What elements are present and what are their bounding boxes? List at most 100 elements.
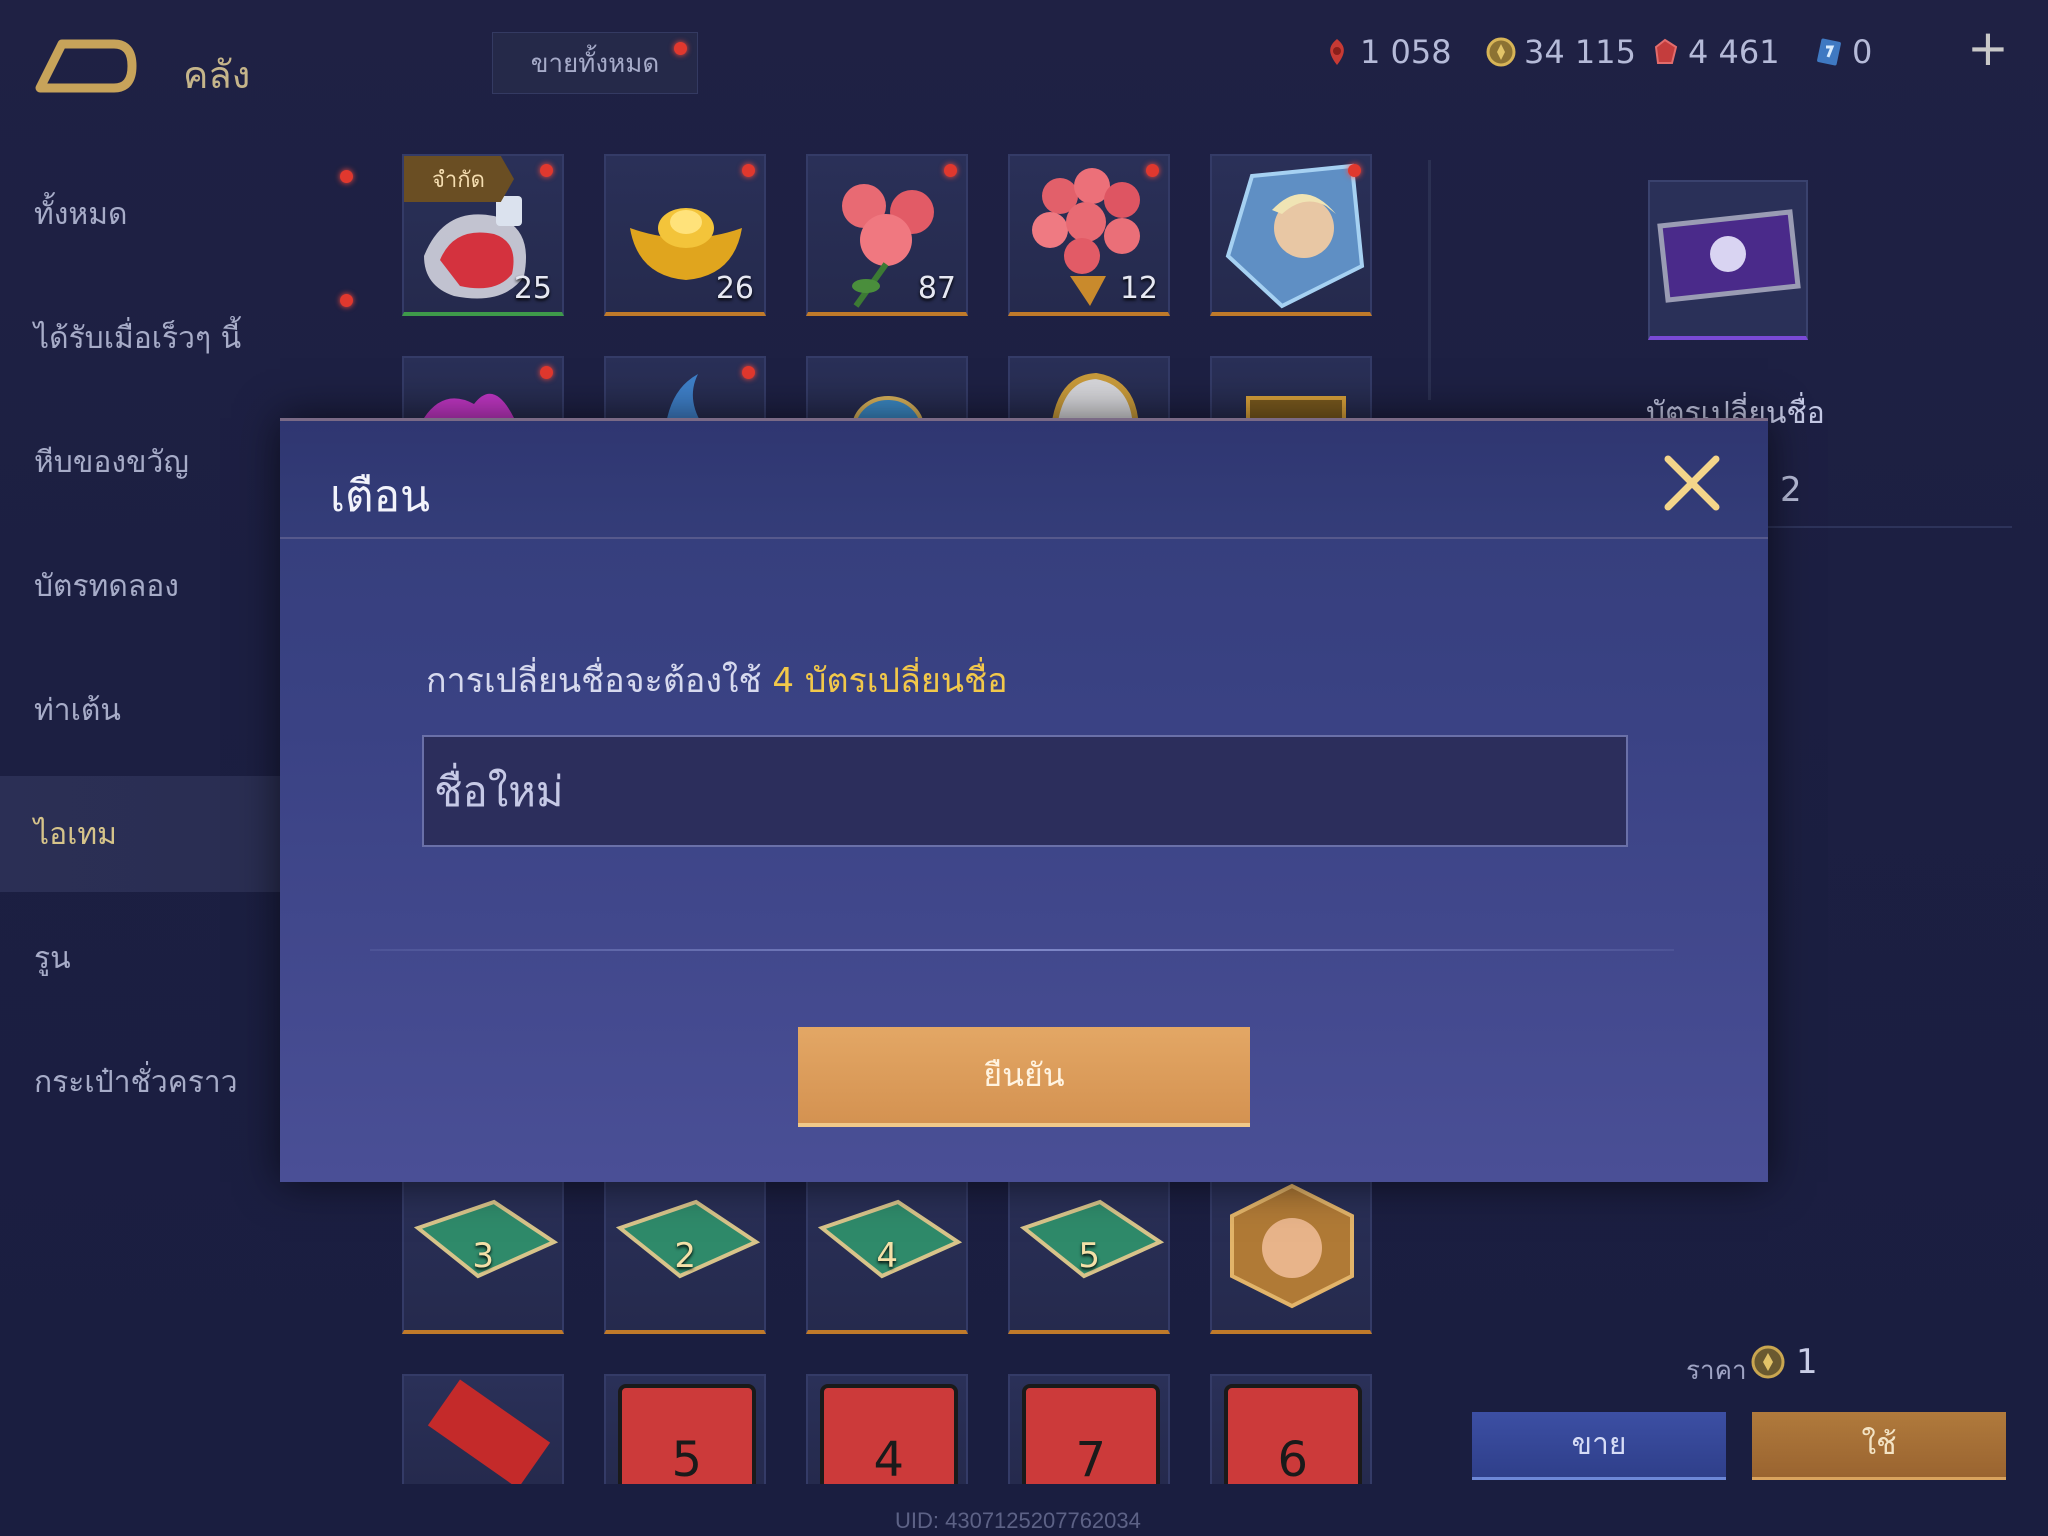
dialog-divider bbox=[370, 949, 1674, 951]
ticket-number: 2 bbox=[674, 1236, 696, 1276]
inventory-item-rose-bouquet[interactable]: 12 bbox=[1008, 154, 1170, 316]
hero-crystal-icon bbox=[1225, 163, 1365, 309]
card-number: 6 bbox=[1277, 1432, 1308, 1484]
message-count: 4 bbox=[772, 661, 795, 701]
inventory-item-hero-badge[interactable] bbox=[1210, 1172, 1372, 1334]
message-prefix: การเปลี่ยนชื่อจะต้องใช้ bbox=[426, 661, 773, 701]
inventory-item-login-ticket-5[interactable]: 5 bbox=[1008, 1172, 1170, 1334]
price-label: ราคา bbox=[1686, 1356, 1747, 1386]
red-token-icon bbox=[1330, 39, 1344, 65]
item-badge-dot bbox=[944, 164, 957, 177]
sidebar-item-label: กระเป๋าชั่วคราว bbox=[34, 1064, 238, 1100]
currency-blue-card[interactable]: 0 bbox=[1814, 32, 1872, 72]
inventory-item-hero-crystal[interactable] bbox=[1210, 154, 1372, 316]
sell-all-label: ขายทั้งหมด bbox=[530, 48, 660, 79]
selected-item-icon bbox=[1648, 180, 1808, 340]
item-quantity: 12 bbox=[1119, 271, 1158, 306]
currency-ruby[interactable]: 4 461 bbox=[1650, 32, 1780, 72]
inventory-item-login-card-5[interactable]: 5 bbox=[604, 1374, 766, 1484]
inventory-item-free-ticket[interactable] bbox=[402, 1374, 564, 1484]
inventory-item-gold-ingot[interactable]: 26 bbox=[604, 154, 766, 316]
item-badge-dot bbox=[742, 164, 755, 177]
gold-coin-icon bbox=[1486, 37, 1516, 67]
close-icon bbox=[1664, 455, 1720, 511]
currency-value: 0 bbox=[1852, 33, 1873, 71]
ticket-number: 4 bbox=[876, 1236, 898, 1276]
sidebar-badge-dot bbox=[340, 170, 353, 183]
inventory-item-paint[interactable] bbox=[402, 356, 564, 426]
inventory-item-rose[interactable]: 87 bbox=[806, 154, 968, 316]
dialog-message: การเปลี่ยนชื่อจะต้องใช้ 4 บัตรเปลี่ยนชื่… bbox=[426, 653, 1008, 707]
item-badge-dot bbox=[1146, 164, 1159, 177]
hero-badge-icon bbox=[1230, 1183, 1354, 1309]
notification-dot bbox=[674, 42, 687, 55]
inventory-item-login-ticket-4[interactable]: 4 bbox=[806, 1172, 968, 1334]
sidebar-item-emotes[interactable]: ท่าเต้น bbox=[0, 652, 280, 768]
sidebar-item-trial-cards[interactable]: บัตรทดลอง bbox=[0, 528, 280, 644]
sidebar-item-label: ไอเทม bbox=[34, 816, 117, 852]
inventory-item-login-ticket-3[interactable]: 3 bbox=[402, 1172, 564, 1334]
gold-coin-icon bbox=[1751, 1345, 1785, 1379]
item-quantity: 87 bbox=[917, 271, 956, 306]
free-ticket-icon bbox=[427, 1379, 551, 1484]
sidebar-item-items[interactable]: ไอเทม bbox=[0, 776, 280, 892]
rename-card-icon bbox=[1657, 209, 1801, 303]
sidebar-item-runes[interactable]: รูน bbox=[0, 900, 280, 1016]
ticket-number: 5 bbox=[1078, 1236, 1100, 1276]
use-label: ใช้ bbox=[1861, 1427, 1897, 1462]
sidebar-item-recent[interactable]: ได้รับเมื่อเร็วๆ นี้ bbox=[0, 280, 280, 396]
new-name-input[interactable] bbox=[422, 735, 1628, 847]
close-button[interactable] bbox=[1658, 449, 1726, 517]
message-item: บัตรเปลี่ยนชื่อ bbox=[794, 661, 1008, 701]
inventory-item-chest[interactable] bbox=[1210, 356, 1372, 426]
inventory-item-potion[interactable]: จำกัด 25 bbox=[402, 154, 564, 316]
sell-label: ขาย bbox=[1571, 1427, 1627, 1462]
ruby-gem-icon bbox=[1654, 38, 1678, 64]
inventory-item-fin[interactable] bbox=[604, 356, 766, 426]
currency-value: 1 058 bbox=[1360, 33, 1452, 71]
confirm-label: ยืนยัน bbox=[983, 1055, 1065, 1094]
item-quantity: 25 bbox=[513, 271, 552, 306]
ticket-number: 3 bbox=[472, 1236, 494, 1276]
sell-all-button[interactable]: ขายทั้งหมด bbox=[492, 32, 698, 94]
use-button[interactable]: ใช้ bbox=[1752, 1412, 2006, 1480]
selected-item-quantity: 2 bbox=[1780, 470, 1802, 510]
sidebar-badge-dot bbox=[340, 294, 353, 307]
card-number: 4 bbox=[873, 1432, 904, 1484]
sidebar-item-temp-bag[interactable]: กระเป๋าชั่วคราว bbox=[0, 1024, 280, 1140]
sidebar-item-all[interactable]: ทั้งหมด bbox=[0, 156, 280, 272]
sidebar-item-label: บัตรทดลอง bbox=[34, 568, 179, 604]
card-number: 7 bbox=[1075, 1432, 1106, 1484]
item-badge-dot bbox=[1348, 164, 1361, 177]
sidebar-item-label: รูน bbox=[34, 940, 71, 976]
sidebar-item-label: ได้รับเมื่อเร็วๆ นี้ bbox=[34, 320, 242, 356]
chest-icon bbox=[1246, 396, 1346, 426]
sell-button[interactable]: ขาย bbox=[1472, 1412, 1726, 1480]
add-currency-button[interactable]: + bbox=[1966, 23, 2010, 73]
currency-red-token[interactable]: 1 058 bbox=[1322, 32, 1452, 72]
card-number: 5 bbox=[671, 1432, 702, 1484]
page-title: คลัง bbox=[183, 53, 251, 97]
inventory-item-login-card-6[interactable]: 6 bbox=[1210, 1374, 1372, 1484]
orb-icon bbox=[852, 396, 924, 426]
sidebar-item-label: ทั้งหมด bbox=[34, 196, 128, 232]
item-quantity: 26 bbox=[715, 271, 754, 306]
helmet-icon bbox=[1051, 372, 1139, 426]
dialog-header: เตือน bbox=[280, 421, 1768, 539]
inventory-item-login-ticket-2[interactable]: 2 bbox=[604, 1172, 766, 1334]
item-badge-dot bbox=[742, 366, 755, 379]
currency-gold[interactable]: 34 115 bbox=[1486, 32, 1636, 72]
limited-tag: จำกัด bbox=[404, 156, 514, 202]
sidebar-item-gift-chest[interactable]: หีบของขวัญ bbox=[0, 404, 280, 520]
confirm-button[interactable]: ยืนยัน bbox=[798, 1027, 1250, 1127]
inventory-item-helmet[interactable] bbox=[1008, 356, 1170, 426]
sidebar-item-label: ท่าเต้น bbox=[34, 692, 121, 728]
inventory-item-login-card-4[interactable]: 4 bbox=[806, 1374, 968, 1484]
back-button[interactable] bbox=[34, 38, 138, 94]
grid-divider bbox=[1428, 160, 1431, 400]
blue-card-icon bbox=[1817, 38, 1841, 66]
inventory-item-orb[interactable] bbox=[806, 356, 968, 426]
item-badge-dot bbox=[540, 366, 553, 379]
user-id: UID: 4307125207762034 bbox=[895, 1508, 1141, 1533]
inventory-item-login-card-7[interactable]: 7 bbox=[1008, 1374, 1170, 1484]
